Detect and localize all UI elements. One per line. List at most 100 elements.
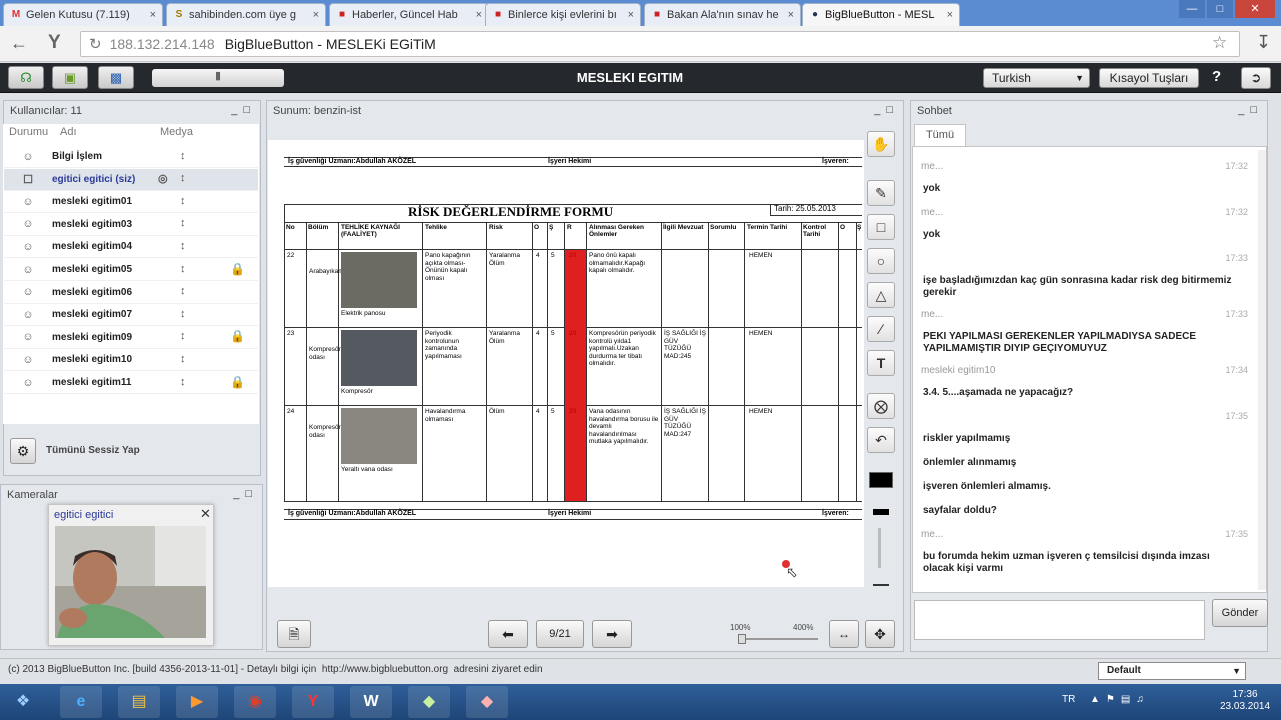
text-tool-button[interactable]: T [867,350,895,376]
user-row[interactable]: ☺ mesleki egitim01 ↕ [4,191,258,214]
start-button[interactable]: ❖ [2,686,44,718]
user-row[interactable]: ☺ mesleki egitim06 ↕ [4,282,258,304]
taskbar-word[interactable]: W [350,686,392,718]
mic-icon[interactable]: ↕ [180,240,186,252]
webcam-icon[interactable]: ◎ [158,172,168,185]
bbb-link[interactable]: http://www.bigbluebutton.org [322,664,448,675]
mic-icon[interactable]: ↕ [180,172,186,184]
mic-icon[interactable]: ↕ [180,330,186,342]
zoom-slider-handle[interactable] [738,634,746,644]
mic-icon[interactable]: ↕ [180,195,186,207]
close-icon[interactable]: × [476,9,482,21]
tab-all[interactable]: Tümü [914,124,966,146]
news-icon: ■ [653,9,661,20]
panel-controls[interactable]: _□ [233,488,258,500]
line-tool-button[interactable]: ∕ [867,316,895,342]
user-row[interactable]: ☺ mesleki egitim03 ↕ [4,214,258,236]
zoom-slider[interactable] [738,638,818,640]
undo-button[interactable]: ↶ [867,427,895,453]
language-select[interactable]: Turkish ▼ [983,68,1090,88]
taskbar-app1[interactable]: ◆ [408,686,450,718]
col-media[interactable]: Medya [160,126,193,138]
taskbar-explorer[interactable]: ▤ [118,686,160,718]
page-indicator[interactable]: 9/21 [536,620,584,648]
window-controls: — □ ✕ [1179,0,1275,20]
ellipse-tool-button[interactable]: ○ [867,248,895,274]
mic-level-indicator[interactable]: ▮ [152,69,284,87]
fit-width-button[interactable]: ↔ [829,620,859,648]
taskbar-media[interactable]: ▶ [176,686,218,718]
tray-icons[interactable]: ▲⚑▤♫ [1090,694,1150,705]
bookmark-star-icon[interactable]: ☆ [1212,33,1227,53]
mic-icon[interactable]: ↕ [180,376,186,388]
next-slide-button[interactable]: ➡ [592,620,632,648]
close-icon[interactable]: ✕ [200,506,211,522]
back-arrow-icon[interactable]: ← [10,33,28,54]
upload-button[interactable]: 🗎 [277,620,311,648]
panel-controls[interactable]: _□ [1238,104,1263,116]
col-status[interactable]: Durumu [9,126,48,138]
close-icon[interactable]: × [150,9,156,21]
color-picker[interactable] [869,472,893,488]
user-row[interactable]: ☺ mesleki egitim11 ↕ 🔒 [4,372,258,394]
url-input[interactable]: ↻ 188.132.214.148 BigBlueButton - MESLEK… [80,31,1240,57]
webcam-share-button[interactable]: ▣ [52,66,88,89]
pencil-tool-button[interactable]: ✎ [867,180,895,206]
taskbar-app2[interactable]: ◆ [466,686,508,718]
tray-clock[interactable]: 17:36 23.03.2014 [1220,689,1270,713]
mic-icon[interactable]: ↕ [180,308,186,320]
user-row[interactable]: ☺ mesleki egitim05 ↕ 🔒 [4,259,258,281]
rectangle-tool-button[interactable]: □ [867,214,895,240]
browser-tab[interactable]: Ssahibinden.com üye g × [166,3,326,26]
mic-icon[interactable]: ↕ [180,150,186,162]
tray-language[interactable]: TR [1062,694,1075,705]
user-row[interactable]: ☺ Bilgi İşlem ↕ [4,146,258,168]
maximize-button[interactable]: □ [1207,0,1233,18]
triangle-tool-button[interactable]: △ [867,282,895,308]
chat-input[interactable] [914,600,1205,640]
chat-scrollbar[interactable] [1258,150,1266,590]
mic-icon[interactable]: ↕ [180,217,186,229]
user-row[interactable]: ☐ egitici egitici (siz) ◎ ↕ [4,168,258,191]
panel-controls[interactable]: _□ [231,104,256,116]
desktop-share-button[interactable]: ▩ [98,66,134,89]
logout-button[interactable]: ➲ [1241,67,1271,89]
taskbar-chrome[interactable]: ◉ [234,686,276,718]
user-row[interactable]: ☺ mesleki egitim07 ↕ [4,304,258,327]
yandex-icon[interactable]: Y [48,32,61,54]
mic-icon[interactable]: ↕ [180,285,186,297]
user-row[interactable]: ☺ mesleki egitim04 ↕ [4,236,258,259]
close-icon[interactable]: × [313,9,319,21]
close-icon[interactable]: × [628,9,634,21]
taskbar-yandex[interactable]: Y [292,686,334,718]
user-row[interactable]: ☺ mesleki egitim10 ↕ [4,349,258,372]
browser-tab[interactable]: ■ Haberler, Güncel Hab × [329,3,489,26]
close-window-button[interactable]: ✕ [1235,0,1275,18]
download-icon[interactable]: ↧ [1256,32,1271,53]
browser-tab[interactable]: ■ Binlerce kişi evlerini bı × [485,3,641,26]
close-icon[interactable]: × [947,9,953,21]
mic-icon[interactable]: ↕ [180,263,186,275]
shortcuts-button[interactable]: Kısayol Tuşları [1099,68,1199,88]
clear-button[interactable]: ⨂ [867,393,895,419]
help-button[interactable]: ? [1212,68,1221,85]
hand-tool-button[interactable]: ✋ [867,131,895,157]
headset-button[interactable]: ☊ [8,66,44,89]
browser-tab[interactable]: ■ Bakan Ala'nın sınav he × [644,3,801,26]
fit-page-button[interactable]: ✥ [865,620,895,648]
mic-icon[interactable]: ↕ [180,353,186,365]
panel-controls[interactable]: _□ [874,104,899,116]
prev-slide-button[interactable]: ⬅ [488,620,528,648]
taskbar-ie[interactable]: e [60,686,102,718]
thickness-slider[interactable] [878,528,881,568]
minimize-button[interactable]: — [1179,0,1205,18]
browser-tab[interactable]: M Gelen Kutusu (7.119) × [3,3,163,26]
reload-icon[interactable]: ↻ [89,35,102,53]
mute-all-button[interactable]: ⚙ [10,438,36,464]
user-row[interactable]: ☺ mesleki egitim09 ↕ 🔒 [4,327,258,349]
layout-select[interactable]: Default ▼ [1098,662,1246,680]
col-name[interactable]: Adı [60,126,77,138]
close-icon[interactable]: × [788,9,794,21]
browser-tab[interactable]: ● BigBlueButton - MESL × [802,3,960,26]
send-button[interactable]: Gönder [1212,599,1268,627]
